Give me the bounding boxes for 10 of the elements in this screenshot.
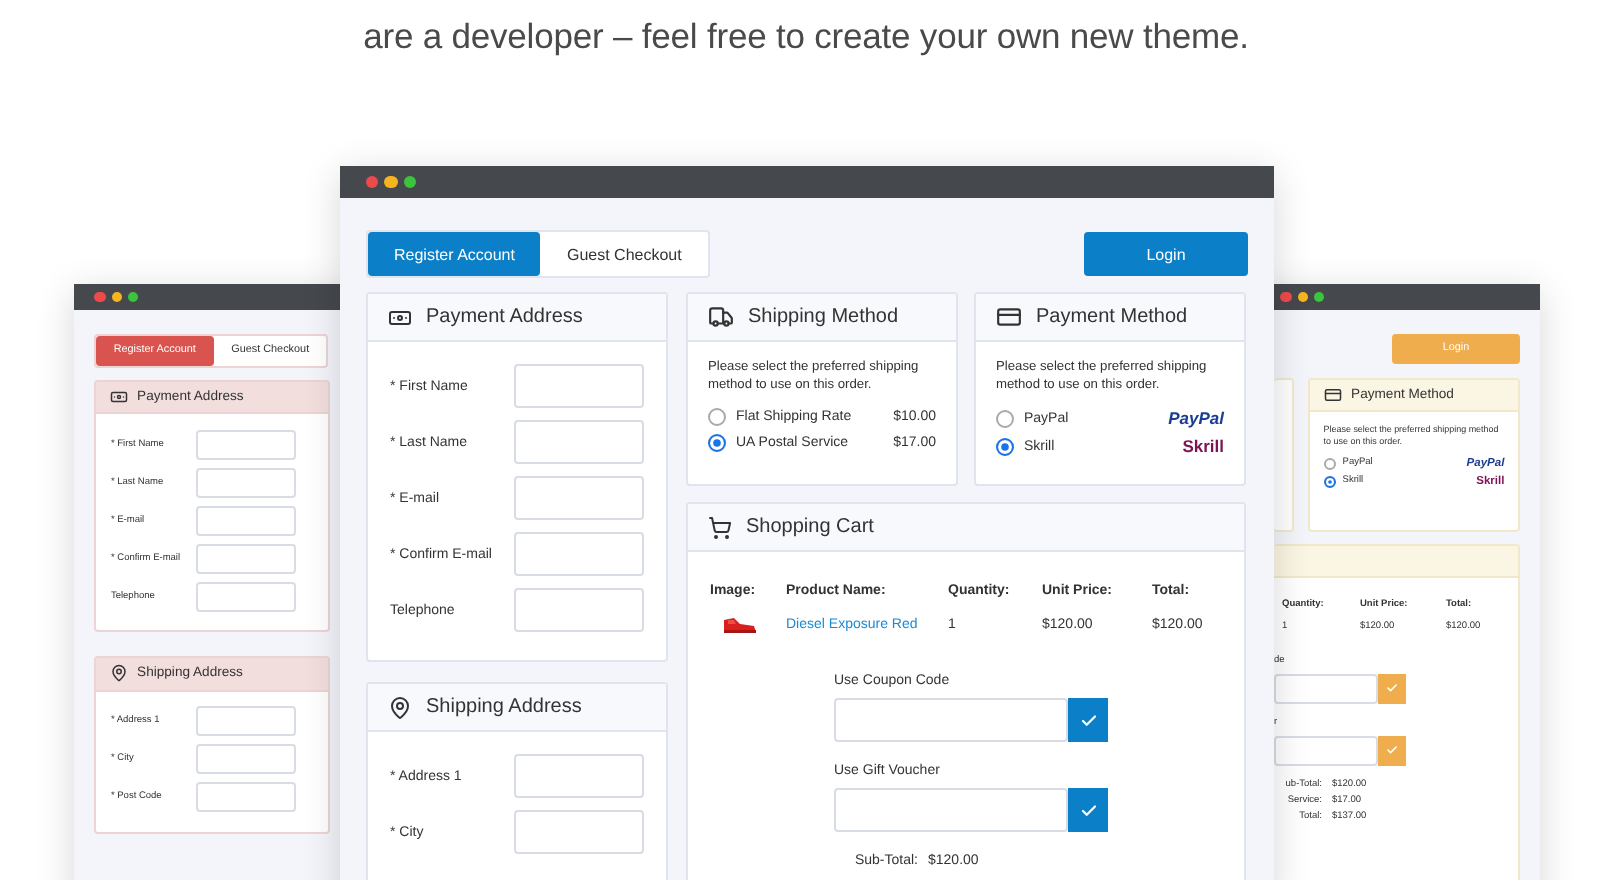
panel-title: Payment Address — [426, 306, 583, 328]
panel-title: Shopping Cart — [746, 516, 874, 539]
panel-title: Shipping Address — [426, 696, 582, 718]
panel-title: Shipping Method — [748, 306, 899, 328]
headline: are a developer – feel free to create your own new theme. — [361, 14, 1251, 58]
tab[interactable]: Register Account — [368, 232, 541, 276]
payment-logo: Skrill — [1182, 436, 1224, 457]
panel-title: Payment Method — [1036, 306, 1188, 328]
payment-logo: PayPal — [1168, 408, 1224, 429]
login-button[interactable]: Login — [1084, 232, 1248, 276]
